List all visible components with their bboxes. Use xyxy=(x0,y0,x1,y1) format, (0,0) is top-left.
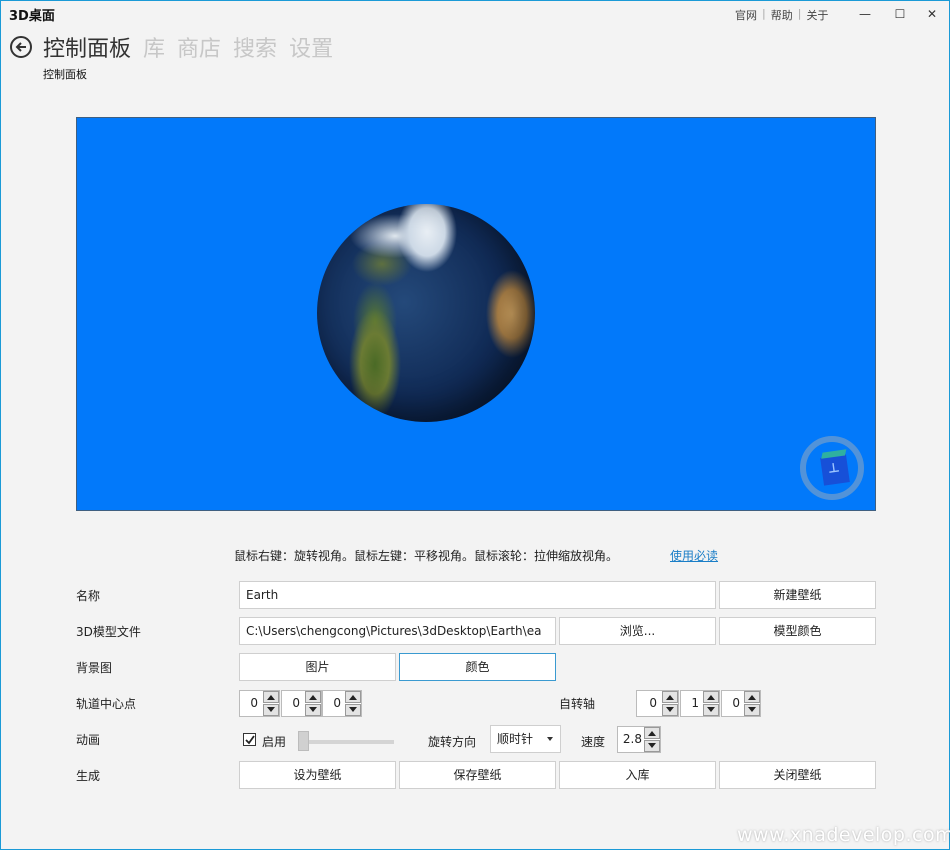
mouse-hint-text: 鼠标右键：旋转视角。鼠标左键：平移视角。鼠标滚轮：拉伸缩放视角。 xyxy=(234,549,619,563)
background-image-button[interactable]: 图片 xyxy=(239,653,396,681)
checkmark-icon xyxy=(245,735,255,745)
3d-preview-viewport[interactable]: ⊥ xyxy=(76,117,876,511)
background-color-button[interactable]: 颜色 xyxy=(399,653,556,681)
about-link[interactable]: 关于 xyxy=(804,7,830,23)
rotation-direction-label: 旋转方向 xyxy=(428,735,477,749)
link-separator: | xyxy=(762,7,766,20)
tab-settings[interactable]: 设置 xyxy=(289,31,333,63)
close-button[interactable]: ✕ xyxy=(917,3,947,25)
stepper-value: 0 xyxy=(649,696,657,710)
main-nav: 控制面板 库 商店 搜索 设置 xyxy=(43,31,345,63)
speed-value: 2.8 xyxy=(622,732,642,746)
stepper-down-icon[interactable] xyxy=(644,740,660,752)
stepper-down-icon[interactable] xyxy=(345,704,361,716)
stepper-down-icon[interactable] xyxy=(744,704,760,716)
watermark: www.xnadevelop.com xyxy=(737,824,950,846)
animation-slider-thumb[interactable] xyxy=(298,731,309,751)
orbit-center-x-stepper[interactable]: 0 xyxy=(239,690,280,717)
new-wallpaper-button[interactable]: 新建壁纸 xyxy=(719,581,876,609)
link-separator: | xyxy=(797,7,802,20)
orbit-center-y-stepper[interactable]: 0 xyxy=(281,690,322,717)
rotation-axis-x-stepper[interactable]: 0 xyxy=(636,690,679,717)
model-file-input[interactable]: C:\Users\chengcong\Pictures\3dDesktop\Ea… xyxy=(239,617,556,645)
generate-label: 生成 xyxy=(76,769,101,783)
read-me-link[interactable]: 使用必读 xyxy=(670,547,718,564)
view-orientation-gizmo[interactable]: ⊥ xyxy=(800,436,864,500)
stepper-up-icon[interactable] xyxy=(305,691,321,703)
model-file-label: 3D模型文件 xyxy=(76,625,141,639)
back-arrow-icon xyxy=(15,42,26,52)
speed-label: 速度 xyxy=(581,735,606,749)
rotation-axis-y-stepper[interactable]: 1 xyxy=(680,690,720,717)
rotation-direction-select[interactable]: 顺时针 xyxy=(490,725,561,753)
rotation-axis-label: 自转轴 xyxy=(559,697,596,711)
orbit-center-z-stepper[interactable]: 0 xyxy=(322,690,362,717)
stepper-down-icon[interactable] xyxy=(662,704,678,716)
set-wallpaper-button[interactable]: 设为壁纸 xyxy=(239,761,396,789)
help-link[interactable]: 帮助 xyxy=(769,7,795,23)
model-color-button[interactable]: 模型颜色 xyxy=(719,617,876,645)
name-label: 名称 xyxy=(76,589,101,603)
stepper-value: 0 xyxy=(250,696,258,710)
stepper-down-icon[interactable] xyxy=(703,704,719,716)
stepper-up-icon[interactable] xyxy=(263,691,279,703)
enable-label: 启用 xyxy=(262,735,287,749)
maximize-button[interactable]: ☐ xyxy=(885,3,915,25)
background-label: 背景图 xyxy=(76,661,113,675)
stepper-up-icon[interactable] xyxy=(644,727,660,739)
speed-stepper[interactable]: 2.8 xyxy=(617,726,661,753)
app-title: 3D桌面 xyxy=(9,9,55,24)
chevron-down-icon xyxy=(547,737,553,741)
animation-label: 动画 xyxy=(76,733,101,747)
stepper-up-icon[interactable] xyxy=(703,691,719,703)
breadcrumb: 控制面板 xyxy=(43,68,87,81)
rotation-direction-value: 顺时针 xyxy=(497,732,534,746)
close-wallpaper-button[interactable]: 关闭壁纸 xyxy=(719,761,876,789)
tab-control-panel[interactable]: 控制面板 xyxy=(43,31,131,63)
top-links: 官网 | 帮助 | 关于 xyxy=(733,7,830,23)
official-site-link[interactable]: 官网 xyxy=(733,7,759,23)
rotation-axis-z-stepper[interactable]: 0 xyxy=(721,690,761,717)
browse-button[interactable]: 浏览... xyxy=(559,617,716,645)
stepper-down-icon[interactable] xyxy=(305,704,321,716)
tab-library[interactable]: 库 xyxy=(143,31,165,63)
stepper-down-icon[interactable] xyxy=(263,704,279,716)
stepper-up-icon[interactable] xyxy=(662,691,678,703)
enable-animation-checkbox[interactable] xyxy=(243,733,256,746)
stepper-value: 1 xyxy=(691,696,699,710)
stepper-value: 0 xyxy=(333,696,341,710)
earth-model[interactable] xyxy=(317,204,535,422)
stepper-value: 0 xyxy=(292,696,300,710)
back-button[interactable] xyxy=(10,36,32,58)
save-wallpaper-button[interactable]: 保存壁纸 xyxy=(399,761,556,789)
stepper-up-icon[interactable] xyxy=(744,691,760,703)
add-to-library-button[interactable]: 入库 xyxy=(559,761,716,789)
minimize-button[interactable]: — xyxy=(850,3,880,25)
tab-store[interactable]: 商店 xyxy=(177,31,221,63)
animation-slider-track[interactable] xyxy=(300,740,394,744)
stepper-up-icon[interactable] xyxy=(345,691,361,703)
name-input[interactable]: Earth xyxy=(239,581,716,609)
stepper-value: 0 xyxy=(732,696,740,710)
tab-search[interactable]: 搜索 xyxy=(233,31,277,63)
orbit-center-label: 轨道中心点 xyxy=(76,697,137,711)
orientation-cube-icon: ⊥ xyxy=(820,454,850,486)
